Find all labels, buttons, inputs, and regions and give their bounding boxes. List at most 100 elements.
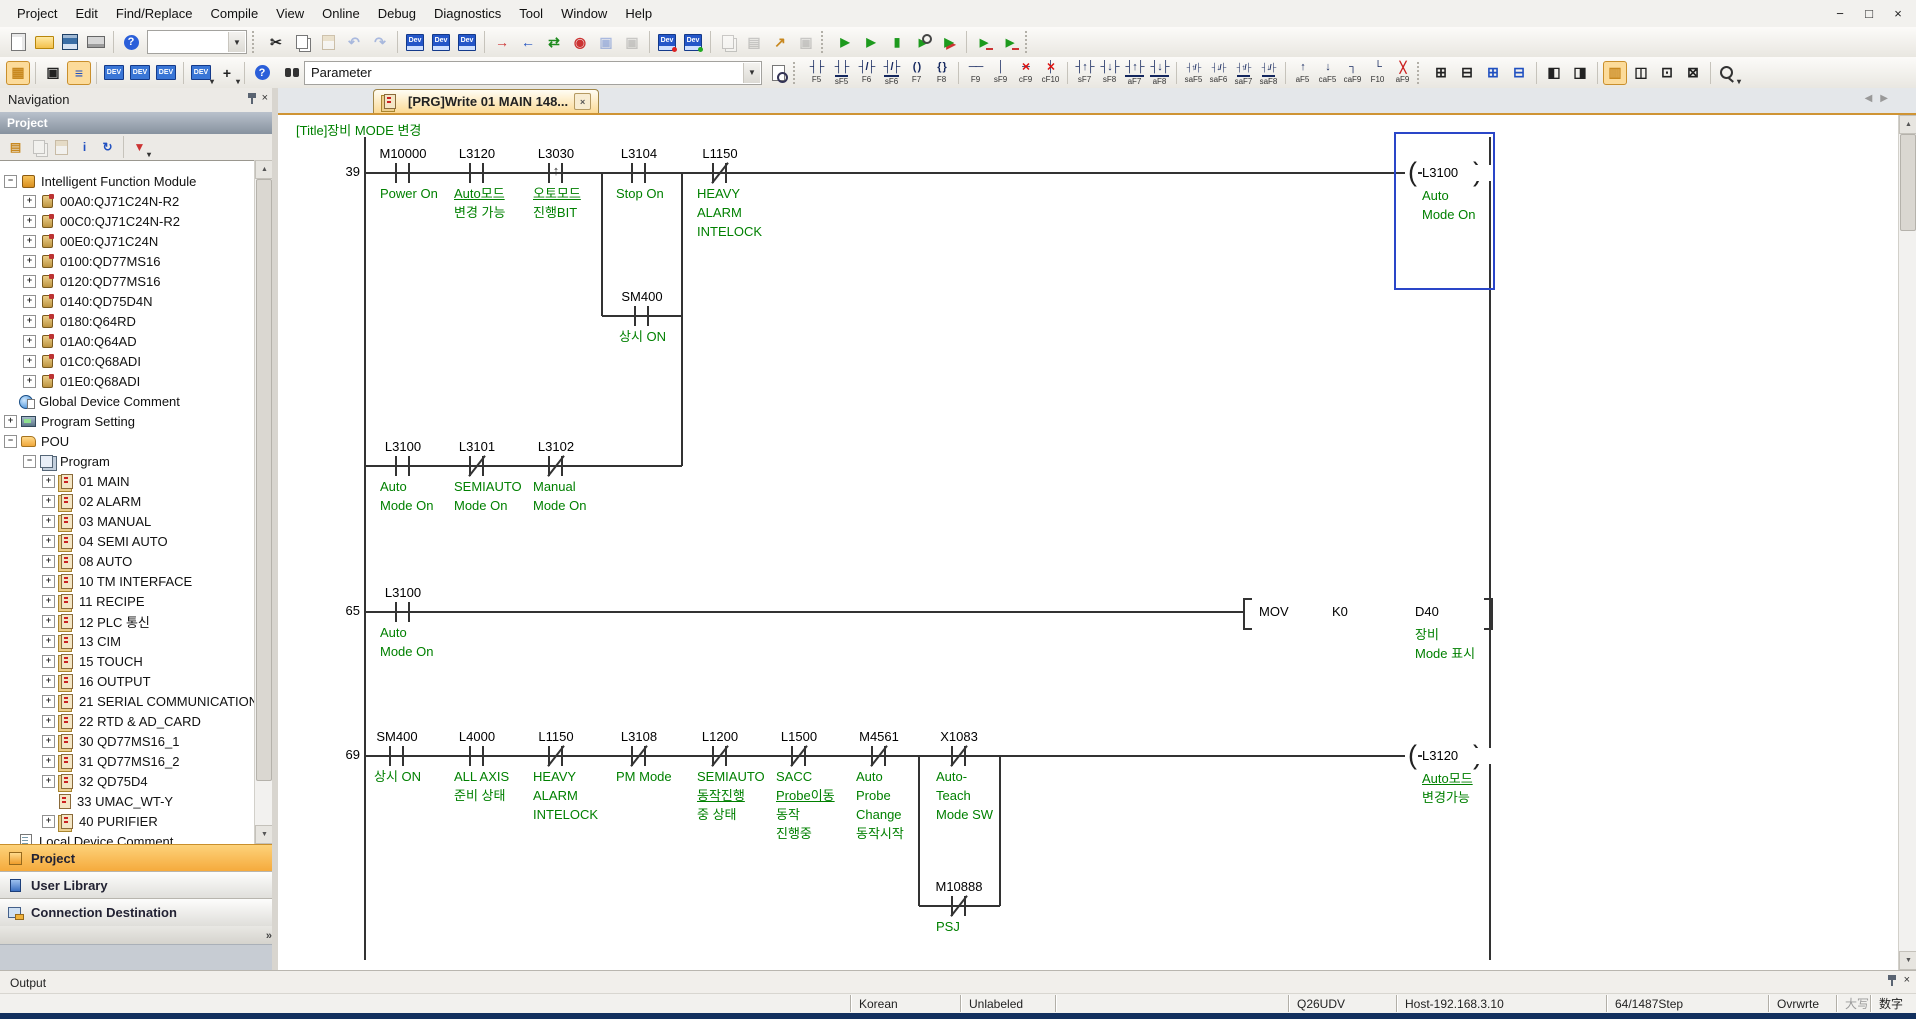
shortcut-key-icon[interactable]: ↗ [768,30,792,54]
scroll-thumb[interactable] [1900,134,1916,231]
redo-icon[interactable]: ↷ [368,30,392,54]
multiple-window-icon[interactable]: ▣ [794,30,818,54]
menu-window[interactable]: Window [552,2,616,25]
tree-item-32-qd75d4[interactable]: +32 QD75D4 [0,771,272,791]
expand-icon[interactable]: + [42,655,55,668]
close-panel-icon[interactable]: × [262,93,268,104]
instruction-operand[interactable]: MOV [1259,604,1329,620]
contact-X1083[interactable] [935,742,983,770]
tree-item-program[interactable]: −Program [0,451,272,471]
tree-copy-icon[interactable] [28,137,49,158]
chevron-down-icon[interactable]: ▾ [236,77,240,86]
device-monitor-start-icon[interactable]: Dev [681,30,705,54]
find-target-combo[interactable]: Parameter▼ [304,61,762,85]
tree-item-40-purifier[interactable]: +40 PURIFIER [0,811,272,831]
expand-icon[interactable]: + [23,315,36,328]
delete-row-icon[interactable]: ⊟ [1455,61,1479,85]
close-panel-icon[interactable]: × [1904,975,1910,986]
tree-item-01e0-q68adi[interactable]: +01E0:Q68ADI [0,371,272,391]
contact-SM400[interactable] [373,742,421,770]
zoom-icon[interactable]: ▾ [1716,61,1740,85]
scroll-down-icon[interactable]: ▼ [1899,951,1916,970]
instruction-operand[interactable]: D40 [1415,604,1485,620]
batch-delete-icon[interactable]: ◨ [1568,61,1592,85]
contact-L1200[interactable] [696,742,744,770]
chevron-down-icon[interactable]: ▼ [228,32,245,52]
pulse-rising-parallel-icon[interactable]: ┤↑├aF7 [1122,59,1147,86]
tree-refresh-icon[interactable]: ↻ [97,137,118,158]
start-monitoring-all-icon[interactable] [833,30,857,54]
expand-icon[interactable]: + [42,575,55,588]
contact-L1150[interactable] [532,742,580,770]
vertical-line-icon[interactable]: │sF9 [988,59,1013,86]
comment-display-icon[interactable]: ≡ [67,61,91,85]
expand-icon[interactable]: + [42,535,55,548]
find-icon[interactable] [276,61,300,85]
insert-row-icon[interactable]: ⊞ [1429,61,1453,85]
tree-item-00c0-qj71c24n-r2[interactable]: +00C0:QJ71C24N-R2 [0,211,272,231]
menu-find-replace[interactable]: Find/Replace [107,2,202,25]
plc-user-data-icon[interactable]: ▤ [742,30,766,54]
stop-monitoring-icon[interactable] [885,30,909,54]
ladder-editor-canvas[interactable]: [Title]장비 MODE 변경 39M10000Power OnL3120A… [278,115,1899,970]
tree-item-program-setting[interactable]: +Program Setting [0,411,272,431]
tree-item-00a0-qj71c24n-r2[interactable]: +00A0:QJ71C24N-R2 [0,191,272,211]
save-project-icon[interactable] [58,30,82,54]
tree-item-01c0-q68adi[interactable]: +01C0:Q68ADI [0,351,272,371]
contact-L4000[interactable] [453,742,501,770]
menu-help[interactable]: Help [616,2,661,25]
device-value-display-icon[interactable]: DEV [154,61,178,85]
expand-icon[interactable]: + [42,735,55,748]
pulse-falling-close-parallel-icon[interactable]: ┤↓/├saF8 [1256,59,1281,86]
monitor-start-icon[interactable]: ▣ [594,30,618,54]
contact-L3102[interactable] [532,452,580,480]
tree-item-21-serial-communication[interactable]: +21 SERIAL COMMUNICATION [0,691,272,711]
contact-close-parallel-icon[interactable]: ┤/├sF6 [879,59,904,86]
tree-item-31-qd77ms16-2[interactable]: +31 QD77MS16_2 [0,751,272,771]
expand-icon[interactable]: + [42,615,55,628]
contact-L3108[interactable] [615,742,663,770]
tree-item-0180-q64rd[interactable]: +0180:Q64RD [0,311,272,331]
expand-icon[interactable]: + [42,515,55,528]
editor-scrollbar[interactable]: ▲ ▼ [1898,115,1916,970]
print-icon[interactable] [84,30,108,54]
tree-item-13-cim[interactable]: +13 CIM [0,631,272,651]
contact-open-icon[interactable]: ┤├F5 [804,59,829,86]
device-monitor-icon[interactable]: Dev [403,30,427,54]
contact-M10000[interactable] [379,159,427,187]
expand-icon[interactable]: + [23,255,36,268]
expand-icon[interactable]: + [42,755,55,768]
instruction-operand[interactable]: K0 [1332,604,1402,620]
tree-item-33-umac-wt-y[interactable]: 33 UMAC_WT-Y [0,791,272,811]
expand-icon[interactable]: + [4,415,17,428]
expand-icon[interactable]: + [42,635,55,648]
tree-item-03-manual[interactable]: +03 MANUAL [0,511,272,531]
collapse-icon[interactable]: − [4,175,17,188]
tree-item-0100-qd77ms16[interactable]: +0100:QD77MS16 [0,251,272,271]
contact-open-parallel-icon[interactable]: ┤├sF5 [829,59,854,86]
contact-L3030[interactable]: ↑ [532,159,580,187]
tree-item-12-plc-[interactable]: +12 PLC 통신 [0,611,272,631]
tab-close-icon[interactable]: × [574,93,591,110]
collapse-icon[interactable]: − [4,435,17,448]
tree-new-data-icon[interactable]: ▤ [5,137,26,158]
menu-diagnostics[interactable]: Diagnostics [425,2,510,25]
tree-item-00e0-qj71c24n[interactable]: +00E0:QJ71C24N [0,231,272,251]
scroll-up-icon[interactable]: ▲ [1899,115,1916,134]
collapse-icon[interactable]: − [23,455,36,468]
tree-item-16-output[interactable]: +16 OUTPUT [0,671,272,691]
tree-item-01-main[interactable]: +01 MAIN [0,471,272,491]
menu-compile[interactable]: Compile [201,2,267,25]
contact-L3100[interactable] [379,598,427,626]
read-mode-icon[interactable]: ◫ [1629,61,1653,85]
contact-L1500[interactable] [775,742,823,770]
device-test-icon[interactable] [937,30,961,54]
expand-icon[interactable]: + [23,195,36,208]
cut-icon[interactable]: ✂ [264,30,288,54]
view-selector-chevron[interactable]: » [0,925,280,945]
contact-M10888[interactable] [935,892,983,920]
pulse-rising-close-icon[interactable]: ┤↑/├saF5 [1181,59,1206,86]
tree-item-0140-qd75d4n[interactable]: +0140:QD75D4N [0,291,272,311]
read-from-plc-icon[interactable]: ← [516,30,540,54]
expand-icon[interactable]: + [23,215,36,228]
